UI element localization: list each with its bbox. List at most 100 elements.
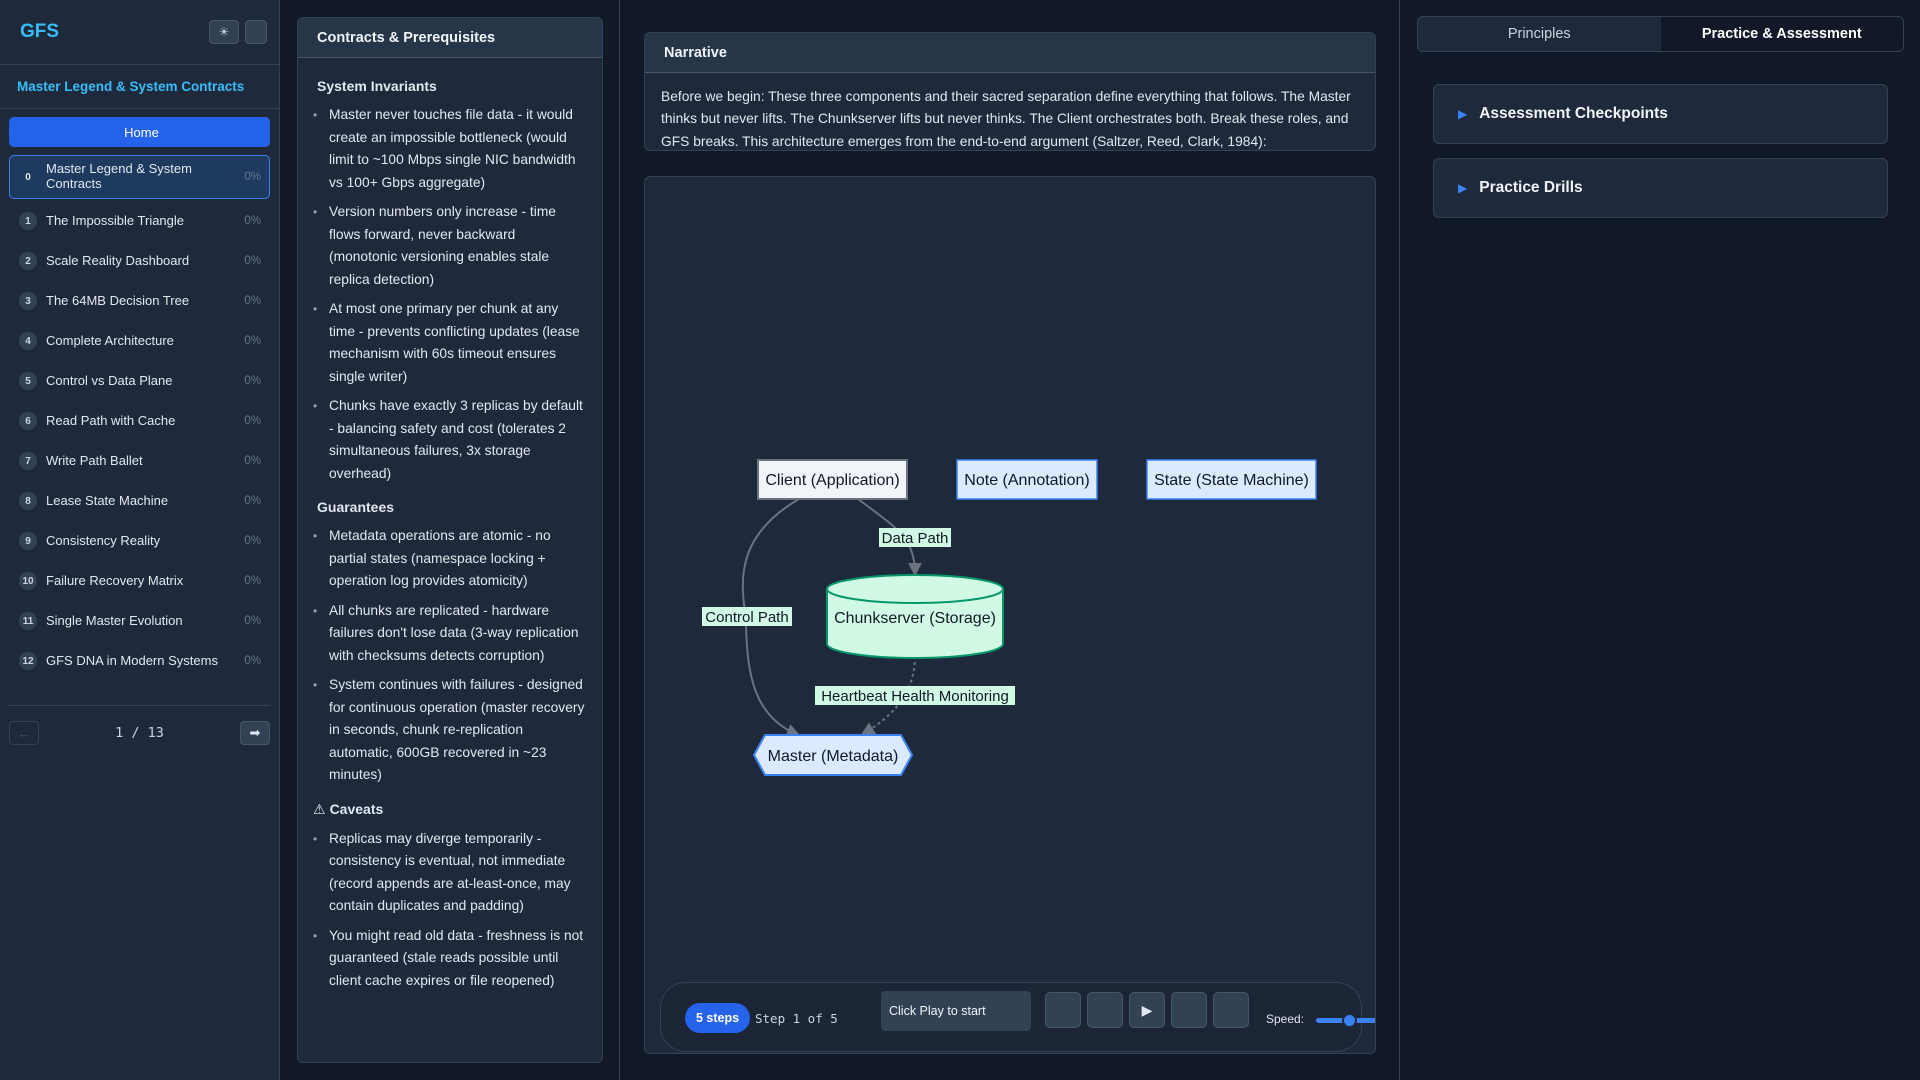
menu-button[interactable]: [245, 20, 267, 44]
progress-percent: 0%: [244, 655, 261, 667]
list-item: All chunks are replicated - hardware fai…: [313, 600, 587, 668]
contracts-header: Contracts & Prerequisites: [298, 18, 602, 58]
sidebar-item[interactable]: 8 Lease State Machine 0%: [9, 481, 270, 521]
control-path-label: Control Path: [702, 607, 792, 626]
narrative-header: Narrative: [645, 33, 1375, 73]
current-section-title: Master Legend & System Contracts: [0, 65, 279, 109]
master-node[interactable]: Master (Metadata): [752, 734, 914, 776]
next-page-button[interactable]: ➡: [240, 721, 270, 745]
step-number-badge: 0: [19, 168, 37, 186]
sidebar-item[interactable]: 1 The Impossible Triangle 0%: [9, 201, 270, 241]
architecture-diagram: Client (Application) Note (Annotation) S…: [702, 459, 1317, 776]
speed-label: Speed:: [1266, 1012, 1305, 1026]
step-number-badge: 5: [19, 372, 37, 390]
heartbeat-text: Heartbeat Health Monitoring: [821, 688, 1009, 705]
sidebar-item-label: Write Path Ballet: [46, 452, 143, 468]
sidebar-pagination: ← 1 / 13 ➡: [9, 705, 270, 745]
guarantees-title: Guarantees: [317, 499, 395, 515]
sidebar-item[interactable]: 6 Read Path with Cache 0%: [9, 401, 270, 441]
animation-player: 5 steps Step 1 of 5 Click Play to start …: [660, 982, 1375, 1052]
contracts-column: Contracts & Prerequisites System Invaria…: [280, 0, 620, 1080]
caveats-title: Caveats: [329, 800, 384, 817]
caveats-heading: ⚠ Caveats: [313, 801, 587, 818]
first-step-button[interactable]: [1045, 992, 1081, 1028]
sidebar-item-label: Lease State Machine: [46, 492, 169, 508]
guarantees-list: Metadata operations are atomic - no part…: [313, 525, 587, 787]
app-logo[interactable]: GFS: [16, 21, 59, 43]
next-step-button[interactable]: [1171, 992, 1207, 1028]
list-item: Version numbers only increase - time flo…: [313, 201, 587, 291]
heartbeat-label: Heartbeat Health Monitoring: [815, 686, 1015, 705]
chunkserver-node[interactable]: Chunkserver (Storage): [826, 574, 1004, 659]
progress-percent: 0%: [244, 495, 261, 507]
prev-page-button[interactable]: ←: [9, 721, 39, 745]
step-number-badge: 8: [19, 492, 37, 510]
sidebar-item[interactable]: 7 Write Path Ballet 0%: [9, 441, 270, 481]
expand-arrow-icon: ▶: [1458, 107, 1468, 121]
play-button[interactable]: ▶: [1129, 992, 1165, 1028]
progress-percent: 0%: [244, 295, 261, 307]
sidebar-item-label: Complete Architecture: [46, 332, 174, 348]
sidebar-item[interactable]: 2 Scale Reality Dashboard 0%: [9, 241, 270, 281]
step-number-badge: 2: [19, 252, 37, 270]
tab-practice-assessment[interactable]: Practice & Assessment: [1660, 17, 1903, 51]
practice-drills-accordion[interactable]: ▶ Practice Drills: [1433, 158, 1888, 218]
state-node[interactable]: State (State Machine): [1146, 459, 1317, 500]
main-column: Narrative Before we begin: These three c…: [620, 0, 1400, 1080]
sidebar-item-label: Failure Recovery Matrix: [46, 572, 184, 588]
guarantees-heading: Guarantees: [313, 499, 587, 515]
last-step-button[interactable]: [1213, 992, 1249, 1028]
home-button[interactable]: Home: [9, 117, 270, 147]
home-label: Home: [124, 124, 159, 140]
step-number-badge: 6: [19, 412, 37, 430]
theme-toggle-button[interactable]: ☀: [209, 20, 239, 44]
progress-percent: 0%: [244, 615, 261, 627]
sidebar-item[interactable]: 10 Failure Recovery Matrix 0%: [9, 561, 270, 601]
tab-principles[interactable]: Principles: [1418, 17, 1661, 51]
contracts-card: Contracts & Prerequisites System Invaria…: [297, 17, 603, 1063]
client-node[interactable]: Client (Application): [757, 459, 908, 500]
sidebar-item[interactable]: 0 Master Legend & System Contracts 0%: [9, 155, 270, 199]
step-number-badge: 11: [19, 612, 37, 630]
chunkserver-label: Chunkserver (Storage): [834, 610, 996, 627]
sidebar-item-label: Consistency Reality: [46, 532, 161, 548]
sidebar-item-label: Single Master Evolution: [46, 612, 183, 628]
step-number-badge: 10: [19, 572, 37, 590]
steps-badge: 5 steps: [685, 1003, 751, 1033]
prev-step-button[interactable]: [1087, 992, 1123, 1028]
progress-percent: 0%: [244, 255, 261, 267]
sidebar-item-label: The 64MB Decision Tree: [46, 292, 190, 308]
assessment-checkpoints-accordion[interactable]: ▶ Assessment Checkpoints: [1433, 84, 1888, 144]
progress-percent: 0%: [244, 415, 261, 427]
player-status: Click Play to start: [881, 991, 1031, 1031]
sidebar-item-label: Read Path with Cache: [46, 412, 176, 428]
invariants-title: System Invariants: [317, 78, 437, 94]
logo-text: GFS: [20, 21, 60, 42]
sidebar-item[interactable]: 11 Single Master Evolution 0%: [9, 601, 270, 641]
note-label: Note (Annotation): [964, 472, 1089, 489]
sidebar-item[interactable]: 12 GFS DNA in Modern Systems 0%: [9, 641, 270, 681]
sidebar-item-label: Master Legend & System Contracts: [46, 161, 192, 191]
speed-slider-thumb[interactable]: [1342, 1013, 1357, 1028]
note-node[interactable]: Note (Annotation): [956, 459, 1098, 500]
list-item: System continues with failures - designe…: [313, 674, 587, 787]
sidebar-nav: 0 Master Legend & System Contracts 0% 1 The …: [0, 155, 279, 681]
state-label: State (State Machine): [1154, 472, 1309, 489]
list-item: Master never touches file data - it woul…: [313, 104, 587, 194]
invariants-heading: System Invariants: [313, 78, 587, 94]
sidebar-item[interactable]: 3 The 64MB Decision Tree 0%: [9, 281, 270, 321]
step-counter: Step 1 of 5: [755, 1011, 838, 1026]
sidebar-item[interactable]: 4 Complete Architecture 0%: [9, 321, 270, 361]
sidebar-item[interactable]: 9 Consistency Reality 0%: [9, 521, 270, 561]
drills-title: Practice Drills: [1479, 179, 1583, 196]
master-label: Master (Metadata): [768, 748, 899, 765]
list-item: Chunks have exactly 3 replicas by defaul…: [313, 395, 587, 485]
step-number-badge: 1: [19, 212, 37, 230]
list-item: At most one primary per chunk at any tim…: [313, 298, 587, 388]
sidebar-item-label: Scale Reality Dashboard: [46, 252, 190, 268]
expand-arrow-icon: ▶: [1458, 181, 1468, 195]
client-label: Client (Application): [765, 472, 899, 489]
sidebar-item[interactable]: 5 Control vs Data Plane 0%: [9, 361, 270, 401]
narrative-text[interactable]: Before we begin: These three components …: [645, 73, 1375, 150]
invariants-list: Master never touches file data - it woul…: [313, 104, 587, 485]
